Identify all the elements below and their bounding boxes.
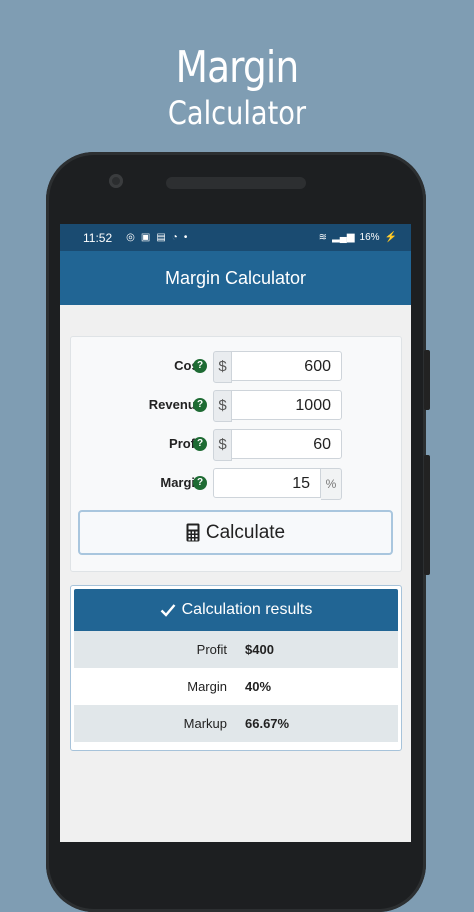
- app-notification-icon: ▣: [140, 231, 151, 243]
- profit-help-icon[interactable]: ?: [193, 437, 207, 451]
- volume-button: [424, 350, 430, 410]
- results-title: Calculation results: [181, 601, 313, 618]
- profit-currency-prefix: $: [213, 429, 232, 461]
- calculator-icon: [186, 523, 200, 542]
- calculator-form: Cost ? $ 600 Revenue ? $ 1000 Profit ? $…: [70, 336, 402, 572]
- battery-percent: 16%: [359, 232, 380, 243]
- result-row-profit: Profit $400: [74, 631, 398, 668]
- revenue-currency-prefix: $: [213, 390, 232, 422]
- margin-percent-suffix: %: [321, 468, 342, 500]
- system-icons: ≋ ▂▄▆ 16% ⚡: [319, 232, 397, 243]
- cost-currency-prefix: $: [213, 351, 232, 383]
- cost-row: Cost ? $ 600: [71, 351, 401, 383]
- status-time: 11:52: [83, 230, 113, 245]
- results-panel: Calculation results Profit $400 Margin 4…: [70, 585, 402, 751]
- earpiece-speaker: [166, 177, 306, 189]
- calculate-button[interactable]: Calculate: [78, 510, 393, 555]
- result-value: $400: [245, 642, 274, 657]
- result-label: Profit: [196, 642, 227, 657]
- revenue-row: Revenue ? $ 1000: [71, 390, 401, 422]
- result-row-markup: Markup 66.67%: [74, 705, 398, 742]
- profit-input[interactable]: 60: [231, 429, 342, 459]
- status-bar: 11:52 ◎ ▣ ▤ ◔ • ≋ ▂▄▆ 16% ⚡: [60, 224, 411, 251]
- signal-icon: ▂▄▆: [332, 232, 355, 243]
- front-camera-icon: [109, 174, 123, 188]
- battery-charging-icon: ⚡: [384, 232, 397, 243]
- wifi-icon: ≋: [318, 232, 328, 243]
- result-value: 40%: [245, 679, 272, 694]
- margin-input[interactable]: 15: [213, 468, 321, 498]
- promo-title: Margin: [175, 42, 300, 93]
- result-label: Margin: [187, 679, 227, 694]
- result-row-margin: Margin 40%: [74, 668, 398, 705]
- checkmark-icon: [160, 604, 176, 617]
- notification-icons: ◎ ▣ ▤ ◔ •: [126, 231, 188, 243]
- result-value: 66.67%: [245, 716, 290, 731]
- calculate-button-label: Calculate: [205, 521, 286, 543]
- revenue-help-icon[interactable]: ?: [193, 398, 207, 412]
- instagram-icon: ◎: [126, 231, 135, 243]
- app-bar-title: Margin Calculator: [60, 251, 411, 305]
- results-header: Calculation results: [74, 589, 398, 631]
- result-label: Markup: [183, 716, 227, 731]
- margin-row: Margin ? 15 %: [71, 468, 401, 500]
- promo-subtitle: Calculator: [167, 94, 307, 132]
- cost-input[interactable]: 600: [231, 351, 342, 381]
- revenue-input[interactable]: 1000: [231, 390, 342, 420]
- phone-screen: 11:52 ◎ ▣ ▤ ◔ • ≋ ▂▄▆ 16% ⚡ Margin Calcu…: [60, 224, 411, 842]
- profit-row: Profit ? $ 60: [71, 429, 401, 461]
- margin-help-icon[interactable]: ?: [193, 476, 207, 490]
- whatsapp-icon: ◔: [171, 231, 178, 243]
- more-notifications-icon: •: [183, 231, 188, 243]
- power-button: [424, 455, 430, 575]
- cost-help-icon[interactable]: ?: [193, 359, 207, 373]
- message-icon: ▤: [156, 231, 166, 243]
